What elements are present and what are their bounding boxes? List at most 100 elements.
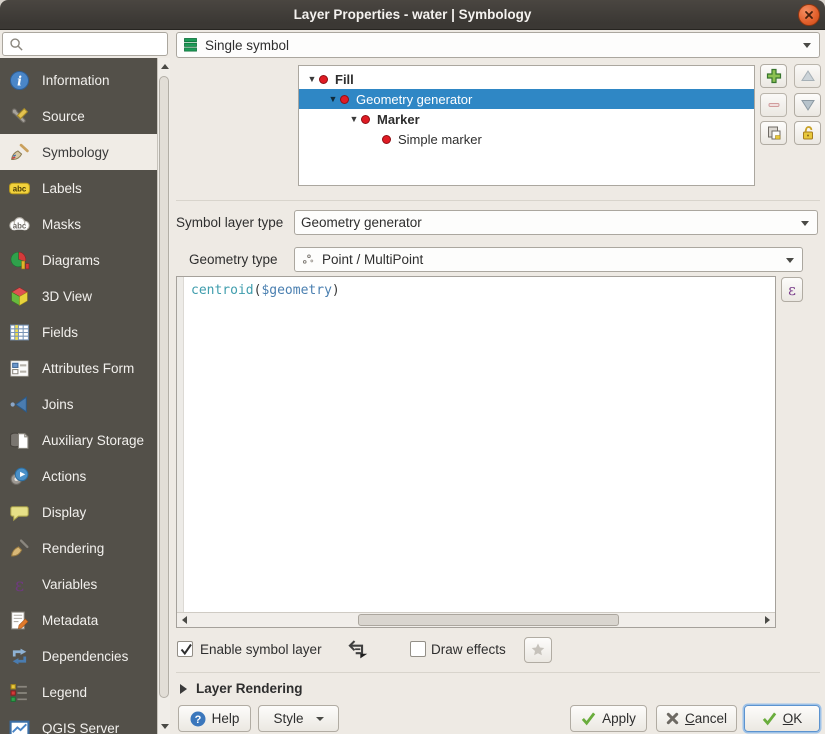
sidebar-item-source[interactable]: Source bbox=[0, 98, 157, 134]
symbol-layer-type-combo[interactable]: Geometry generator bbox=[294, 210, 818, 235]
expression-hscrollbar[interactable] bbox=[177, 612, 775, 627]
help-icon: ? bbox=[190, 711, 206, 727]
style-button[interactable]: Style bbox=[258, 705, 339, 732]
sidebar-item-label: Variables bbox=[42, 577, 97, 592]
expand-arrow-icon[interactable]: ▼ bbox=[347, 109, 361, 129]
sidebar-item-diagrams[interactable]: Diagrams bbox=[0, 242, 157, 278]
apply-button[interactable]: Apply bbox=[570, 705, 647, 732]
sidebar-item-display[interactable]: Display bbox=[0, 494, 157, 530]
plus-icon bbox=[766, 68, 782, 84]
attributes-form-icon bbox=[8, 357, 30, 379]
display-icon bbox=[8, 501, 30, 523]
sidebar-item-symbology[interactable]: Symbology bbox=[0, 134, 157, 170]
sidebar-scrollbar[interactable] bbox=[157, 58, 170, 734]
sidebar-item-label: Legend bbox=[42, 685, 87, 700]
sidebar-item-label: 3D View bbox=[42, 289, 92, 304]
sidebar-item-masks[interactable]: abcMasks bbox=[0, 206, 157, 242]
sidebar-item-joins[interactable]: Joins bbox=[0, 386, 157, 422]
remove-symbol-layer-button[interactable] bbox=[760, 93, 787, 117]
effects-options-button[interactable] bbox=[524, 637, 552, 663]
ok-button[interactable]: OK bbox=[744, 705, 820, 732]
scroll-left-button[interactable] bbox=[177, 613, 192, 627]
close-button[interactable] bbox=[798, 4, 820, 26]
sidebar-item-legend[interactable]: Legend bbox=[0, 674, 157, 710]
sidebar-item-attributes-form[interactable]: Attributes Form bbox=[0, 350, 157, 386]
sidebar-item-3d-view[interactable]: 3D View bbox=[0, 278, 157, 314]
qgis-server-icon bbox=[8, 717, 30, 734]
search-icon bbox=[9, 37, 24, 52]
enable-symbol-layer-checkbox[interactable] bbox=[177, 641, 193, 657]
expression-variable: $geometry bbox=[261, 283, 331, 298]
scroll-up-button[interactable] bbox=[158, 58, 171, 74]
renderer-combo-value: Single symbol bbox=[205, 38, 289, 53]
duplicate-icon bbox=[766, 125, 782, 141]
sidebar-item-rendering[interactable]: Rendering bbox=[0, 530, 157, 566]
sidebar-item-information[interactable]: iInformation bbox=[0, 62, 157, 98]
sidebar-item-labels[interactable]: abcLabels bbox=[0, 170, 157, 206]
sidebar-nav: iInformationSourceSymbologyabcLabelsabcM… bbox=[0, 58, 157, 734]
points-icon bbox=[301, 252, 316, 267]
cancel-button-label: Cancel bbox=[685, 711, 727, 726]
help-button[interactable]: ? Help bbox=[178, 705, 251, 732]
epsilon-icon: ε bbox=[788, 281, 796, 299]
sidebar-item-label: Auxiliary Storage bbox=[42, 433, 144, 448]
move-down-button[interactable] bbox=[794, 93, 821, 117]
separator bbox=[176, 200, 820, 201]
layer-properties-dialog: Layer Properties - water | Symbology iIn… bbox=[0, 0, 825, 734]
draw-effects-label: Draw effects bbox=[431, 639, 506, 659]
renderer-combo[interactable]: Single symbol bbox=[176, 32, 820, 58]
lock-open-icon bbox=[800, 125, 816, 141]
expression-builder-button[interactable]: ε bbox=[781, 277, 803, 302]
sidebar-item-actions[interactable]: Actions bbox=[0, 458, 157, 494]
sidebar-item-label: Information bbox=[42, 73, 110, 88]
sidebar-item-label: Attributes Form bbox=[42, 361, 134, 376]
minus-icon bbox=[766, 97, 782, 113]
sidebar-item-qgis-server[interactable]: QGIS Server bbox=[0, 710, 157, 734]
symbol-tree-item-geometry-generator[interactable]: ▼ Geometry generator bbox=[299, 89, 754, 109]
expression-function: centroid bbox=[191, 283, 254, 298]
expand-arrow-icon[interactable]: ▼ bbox=[326, 89, 340, 109]
sidebar-item-fields[interactable]: Fields bbox=[0, 314, 157, 350]
sidebar-item-metadata[interactable]: Metadata bbox=[0, 602, 157, 638]
search-strip bbox=[0, 30, 170, 58]
sidebar-item-auxiliary-storage[interactable]: Auxiliary Storage bbox=[0, 422, 157, 458]
layer-rendering-expander[interactable]: Layer Rendering bbox=[180, 681, 303, 696]
titlebar[interactable]: Layer Properties - water | Symbology bbox=[0, 0, 825, 30]
expression-editor[interactable]: centroid($geometry) bbox=[176, 276, 776, 628]
triangle-right-icon bbox=[765, 616, 770, 624]
sidebar-item-label: QGIS Server bbox=[42, 721, 119, 734]
symbol-tree-item-marker[interactable]: ▼Marker bbox=[299, 109, 754, 129]
scrollbar-thumb[interactable] bbox=[159, 76, 169, 698]
expand-arrow-icon[interactable]: ▼ bbox=[305, 69, 319, 89]
add-symbol-layer-button[interactable] bbox=[760, 64, 787, 88]
hscrollbar-thumb[interactable] bbox=[358, 614, 619, 626]
cancel-button[interactable]: Cancel bbox=[656, 705, 737, 732]
dependencies-icon bbox=[8, 645, 30, 667]
symbol-tree-item-simple-marker[interactable]: Simple marker bbox=[299, 129, 754, 149]
symbol-tree-item-fill[interactable]: ▼Fill bbox=[299, 69, 754, 89]
sidebar-item-label: Actions bbox=[42, 469, 86, 484]
sidebar-item-label: Diagrams bbox=[42, 253, 100, 268]
sidebar-item-label: Labels bbox=[42, 181, 82, 196]
cross-icon bbox=[666, 712, 679, 725]
single-symbol-icon bbox=[183, 37, 199, 53]
checkmark-icon bbox=[581, 711, 596, 726]
sidebar-item-dependencies[interactable]: Dependencies bbox=[0, 638, 157, 674]
geometry-type-combo[interactable]: Point / MultiPoint bbox=[294, 247, 803, 272]
search-input[interactable] bbox=[2, 32, 168, 56]
scroll-down-button[interactable] bbox=[158, 718, 171, 734]
draw-effects-checkbox[interactable] bbox=[410, 641, 426, 657]
sidebar-item-variables[interactable]: εVariables bbox=[0, 566, 157, 602]
symbol-color-dot bbox=[361, 115, 370, 124]
help-button-label: Help bbox=[212, 711, 240, 726]
duplicate-symbol-layer-button[interactable] bbox=[760, 121, 787, 145]
sidebar-item-label: Masks bbox=[42, 217, 81, 232]
symbol-tree-item-label: Geometry generator bbox=[356, 92, 472, 107]
lock-colors-button[interactable] bbox=[794, 121, 821, 145]
scroll-right-button[interactable] bbox=[760, 613, 775, 627]
expression-text[interactable]: centroid($geometry) bbox=[191, 283, 340, 298]
data-defined-override-button[interactable] bbox=[345, 637, 373, 661]
move-up-button[interactable] bbox=[794, 64, 821, 88]
chevron-down-icon bbox=[803, 43, 811, 48]
enable-symbol-layer-label: Enable symbol layer bbox=[200, 639, 322, 659]
